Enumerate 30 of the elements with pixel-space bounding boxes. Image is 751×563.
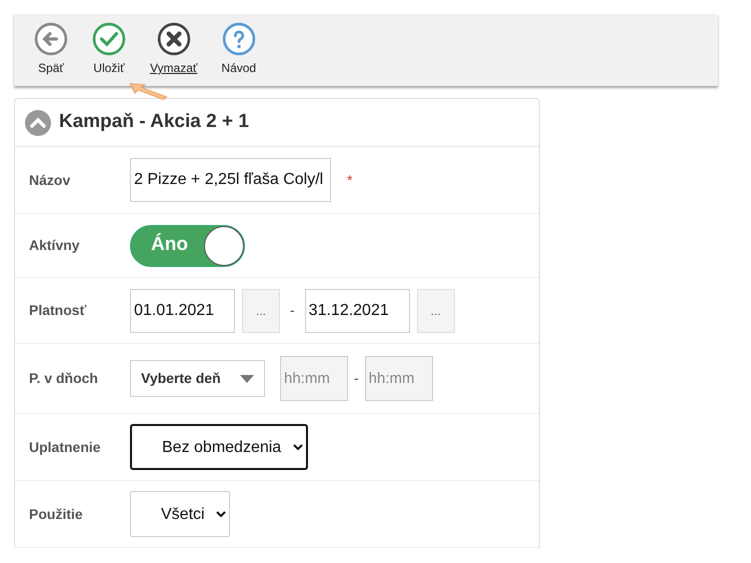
range-separator: - bbox=[354, 369, 359, 388]
collapse-icon[interactable] bbox=[25, 110, 51, 136]
date-field[interactable]: 01.01.2021 bbox=[130, 288, 235, 332]
help-icon bbox=[222, 22, 256, 56]
date-picker-button[interactable]: ... bbox=[416, 288, 455, 332]
field-label: Aktívny bbox=[29, 236, 81, 255]
field-label: Názov bbox=[29, 170, 72, 190]
panel-title: Kampaň - Akcia 2 + 1 bbox=[59, 111, 249, 134]
toolbar-button[interactable]: Návod bbox=[211, 22, 266, 86]
select-field[interactable]: Všetci bbox=[130, 491, 230, 537]
field-label: Platnosť bbox=[29, 301, 88, 320]
range-separator: - bbox=[290, 301, 295, 320]
caret-icon bbox=[240, 374, 254, 382]
field-label: Uplatnenie bbox=[29, 438, 102, 457]
toolbar-button[interactable]: Vymazať bbox=[140, 22, 208, 86]
day-dropdown[interactable]: Vyberte deň bbox=[130, 360, 265, 397]
toolbar-button[interactable]: Späť bbox=[24, 22, 78, 86]
field-label: P. v dňoch bbox=[29, 369, 99, 388]
field-label: Použitie bbox=[29, 504, 84, 524]
date-field[interactable]: 31.12.2021 bbox=[304, 288, 410, 332]
time-field[interactable]: hh:mm bbox=[280, 356, 348, 401]
select-field[interactable]: Bez obmedzenia bbox=[130, 424, 308, 470]
date-picker-button[interactable]: ... bbox=[242, 288, 280, 332]
pointer-arrow bbox=[128, 82, 168, 100]
text-field[interactable]: 2 Pizze + 2,25l fľaša Coly/l bbox=[130, 158, 331, 202]
required-mark: * bbox=[347, 170, 352, 190]
toolbar-button[interactable]: Uložiť bbox=[82, 22, 136, 86]
time-field[interactable]: hh:mm bbox=[364, 356, 433, 401]
close-icon bbox=[156, 22, 191, 56]
checkmark-icon bbox=[92, 22, 126, 56]
